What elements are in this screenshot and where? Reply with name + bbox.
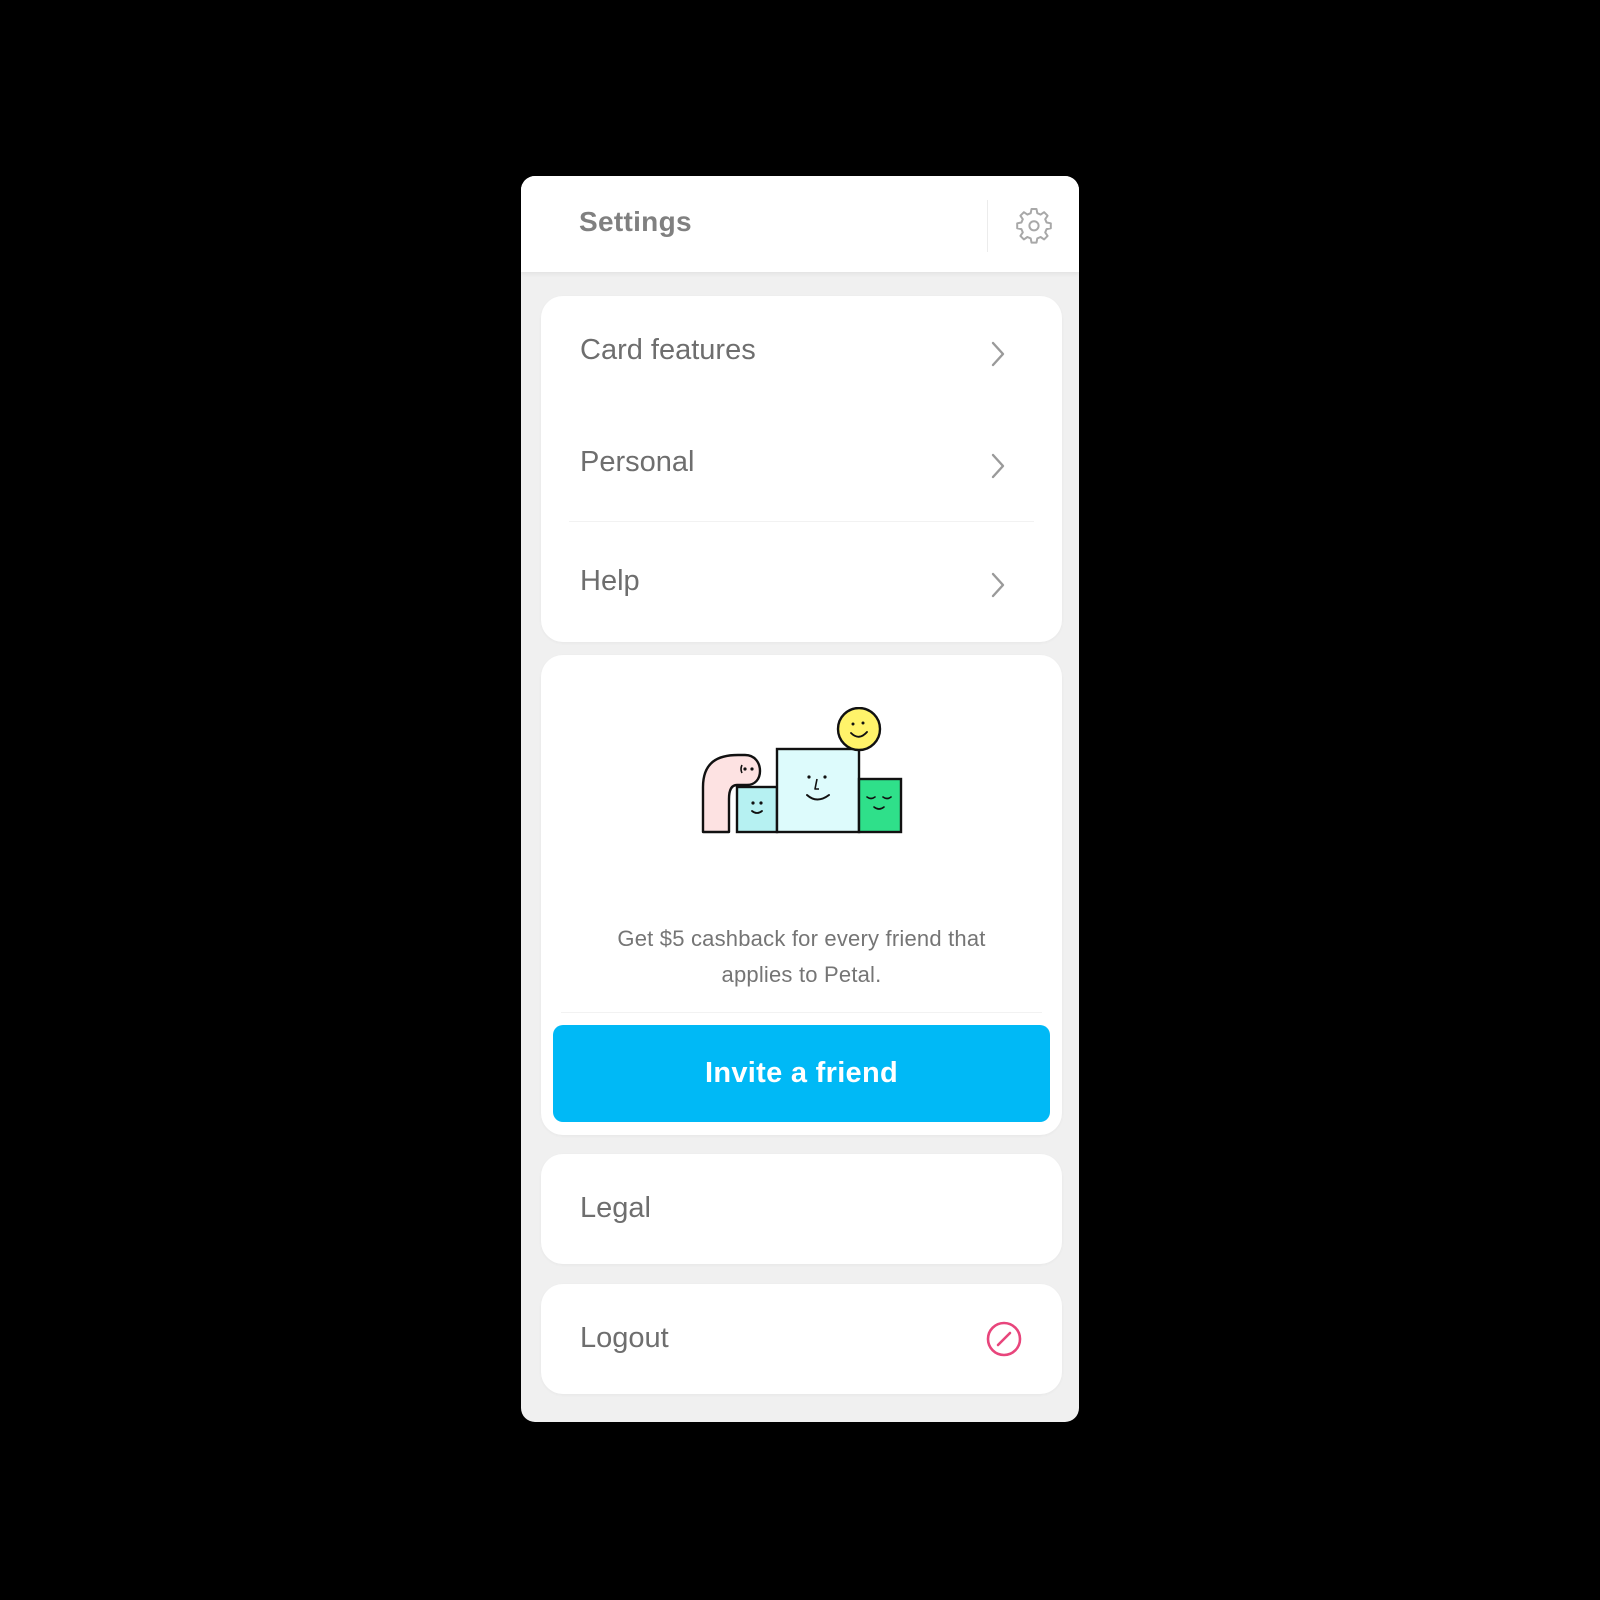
logout-label: Logout: [580, 1322, 669, 1354]
invite-friend-button[interactable]: Invite a friend: [553, 1025, 1050, 1122]
page-title: Settings: [579, 206, 692, 237]
gear-icon[interactable]: [1015, 207, 1053, 245]
menu-item-help[interactable]: Help: [541, 549, 1062, 619]
menu-item-label: Personal: [580, 446, 695, 478]
header: Settings: [521, 176, 1079, 272]
logout-card[interactable]: Logout: [541, 1284, 1062, 1394]
invite-promo-card: Get $5 cashback for every friend that ap…: [541, 655, 1062, 1135]
chevron-right-icon: [991, 453, 1005, 479]
settings-screen: Settings Card features Personal Help Get…: [521, 176, 1079, 1422]
menu-item-label: Card features: [580, 334, 756, 366]
menu-item-card-features[interactable]: Card features: [541, 318, 1062, 388]
menu-item-label: Help: [580, 565, 640, 597]
menu-card: Card features Personal Help: [541, 296, 1062, 642]
divider: [561, 1012, 1042, 1013]
logout-icon: [986, 1321, 1022, 1357]
legal-card[interactable]: Legal: [541, 1154, 1062, 1264]
menu-item-personal[interactable]: Personal: [541, 430, 1062, 500]
promo-text: Get $5 cashback for every friend that ap…: [617, 926, 986, 987]
friends-illustration: [701, 707, 903, 834]
legal-label: Legal: [580, 1192, 651, 1224]
chevron-right-icon: [991, 572, 1005, 598]
header-divider: [987, 200, 988, 252]
chevron-right-icon: [991, 341, 1005, 367]
divider: [569, 521, 1034, 522]
